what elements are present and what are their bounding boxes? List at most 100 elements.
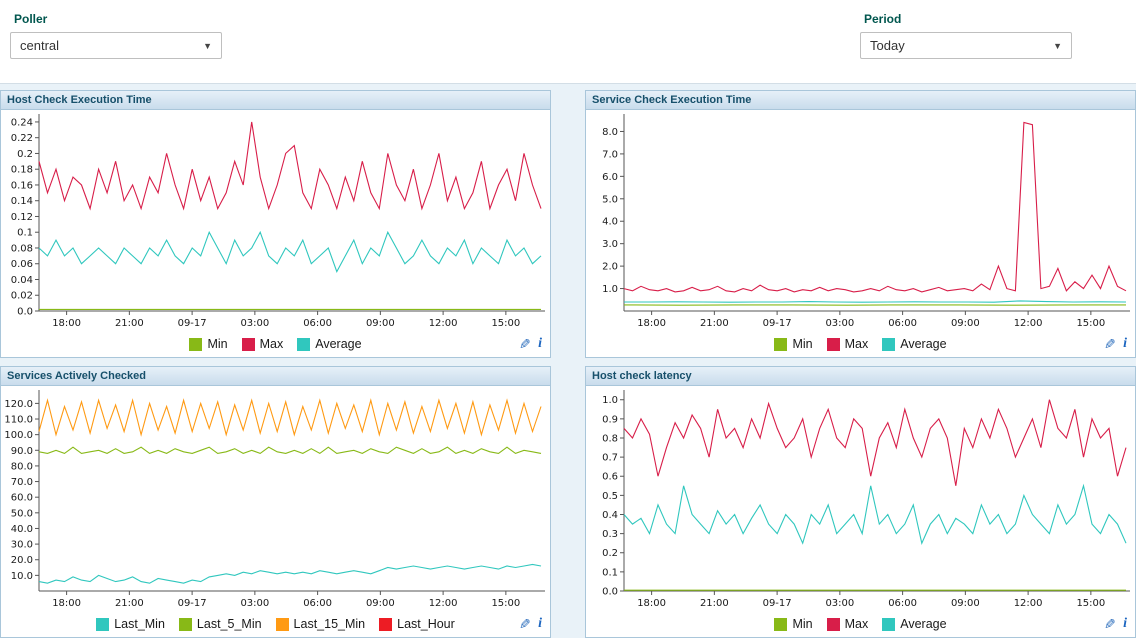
legend: Min Max Average (767, 617, 953, 631)
svg-text:21:00: 21:00 (700, 318, 729, 329)
svg-text:0.12: 0.12 (11, 212, 33, 223)
footer-icons: ✎ i (519, 611, 542, 637)
svg-text:120.0: 120.0 (4, 399, 33, 410)
svg-text:60.0: 60.0 (11, 493, 33, 504)
svg-text:5.0: 5.0 (602, 194, 618, 205)
svg-text:0.06: 0.06 (11, 259, 33, 270)
graph-info-icon[interactable]: i (1123, 616, 1127, 632)
legend-swatch (882, 338, 895, 351)
legend-swatch (276, 618, 289, 631)
panel-footer: Min Max Average ✎ i (586, 611, 1135, 637)
svg-text:21:00: 21:00 (115, 598, 144, 609)
edit-graph-icon[interactable]: ✎ (519, 616, 531, 633)
svg-text:10.0: 10.0 (11, 571, 33, 582)
legend-item-min: Min (774, 337, 812, 351)
panel-footer: MinMaxAverage ✎ i (1, 331, 550, 357)
panel-header: Services Actively Checked (1, 367, 550, 386)
panel-footer: Last_MinLast_5_MinLast_15_MinLast_Hour ✎… (1, 611, 550, 637)
svg-text:03:00: 03:00 (240, 318, 269, 329)
period-control: Period Today ▼ (860, 12, 1072, 59)
svg-text:0.22: 0.22 (11, 133, 33, 144)
svg-text:18:00: 18:00 (637, 318, 666, 329)
legend-item-max: Max (827, 337, 869, 351)
poller-select-value: central (20, 38, 59, 53)
svg-text:110.0: 110.0 (4, 415, 33, 426)
chart-canvas: 8.07.06.05.04.03.02.01.018:0021:0009-170… (586, 110, 1135, 331)
graph-info-icon[interactable]: i (538, 336, 542, 352)
legend-item-max: Max (827, 617, 869, 631)
svg-text:0.3: 0.3 (602, 529, 618, 540)
svg-text:09-17: 09-17 (178, 598, 207, 609)
svg-text:0.4: 0.4 (602, 510, 618, 521)
svg-text:09:00: 09:00 (366, 318, 395, 329)
legend-label: Max (260, 337, 284, 351)
svg-text:1.0: 1.0 (602, 284, 618, 295)
svg-text:18:00: 18:00 (52, 598, 81, 609)
poller-select[interactable]: central ▼ (10, 32, 222, 59)
services-actively-checked-chart[interactable]: 120.0110.0100.090.080.070.060.050.040.03… (1, 386, 550, 611)
svg-text:0.16: 0.16 (11, 180, 33, 191)
host-check-latency-chart[interactable]: 1.00.90.80.70.60.50.40.30.20.10.018:0021… (586, 386, 1135, 611)
svg-text:09-17: 09-17 (178, 318, 207, 329)
legend-item-max: Max (242, 337, 284, 351)
legend-swatch (96, 618, 109, 631)
filter-bar: Poller central ▼ Period Today ▼ (0, 0, 1136, 83)
svg-text:0.0: 0.0 (602, 587, 618, 598)
legend-label: Min (792, 617, 812, 631)
svg-text:7.0: 7.0 (602, 149, 618, 160)
svg-text:0.2: 0.2 (17, 149, 33, 160)
svg-text:3.0: 3.0 (602, 239, 618, 250)
poller-label: Poller (14, 12, 222, 26)
svg-text:12:00: 12:00 (429, 598, 458, 609)
svg-text:0.08: 0.08 (11, 243, 33, 254)
svg-text:0.8: 0.8 (602, 433, 618, 444)
legend-label: Average (315, 337, 361, 351)
host-check-execution-time-chart[interactable]: 0.240.220.20.180.160.140.120.10.080.060.… (1, 110, 550, 331)
legend: MinMaxAverage (182, 337, 368, 351)
legend-item-average: Average (882, 337, 946, 351)
legend-label: Max (845, 617, 869, 631)
svg-text:0.9: 0.9 (602, 414, 618, 425)
dashboard-page: Poller central ▼ Period Today ▼ Host Che… (0, 0, 1136, 640)
edit-graph-icon[interactable]: ✎ (519, 336, 531, 353)
panel-header: Host Check Execution Time (1, 91, 550, 110)
legend-swatch (774, 338, 787, 351)
legend-label: Average (900, 617, 946, 631)
svg-text:8.0: 8.0 (602, 127, 618, 138)
legend-label: Max (845, 337, 869, 351)
svg-text:2.0: 2.0 (602, 262, 618, 273)
svg-text:30.0: 30.0 (11, 540, 33, 551)
legend-item-last_hour: Last_Hour (379, 617, 455, 631)
legend-label: Last_15_Min (294, 617, 366, 631)
panel-service-check-execution-time: Service Check Execution Time 8.07.06.05.… (585, 90, 1136, 358)
svg-text:40.0: 40.0 (11, 524, 33, 535)
legend-label: Last_Hour (397, 617, 455, 631)
graph-info-icon[interactable]: i (1123, 336, 1127, 352)
panel-header: Host check latency (586, 367, 1135, 386)
svg-text:12:00: 12:00 (1014, 318, 1043, 329)
service-check-execution-time-chart[interactable]: 8.07.06.05.04.03.02.01.018:0021:0009-170… (586, 110, 1135, 331)
legend-swatch (179, 618, 192, 631)
period-select[interactable]: Today ▼ (860, 32, 1072, 59)
svg-text:20.0: 20.0 (11, 555, 33, 566)
svg-text:15:00: 15:00 (1076, 598, 1105, 609)
chart-canvas: 1.00.90.80.70.60.50.40.30.20.10.018:0021… (586, 386, 1135, 611)
panel-title: Host Check Execution Time (7, 94, 152, 106)
edit-graph-icon[interactable]: ✎ (1104, 336, 1116, 353)
svg-text:4.0: 4.0 (602, 217, 618, 228)
legend-item-average: Average (297, 337, 361, 351)
panel-services-actively-checked: Services Actively Checked 120.0110.0100.… (0, 366, 551, 638)
svg-text:0.02: 0.02 (11, 291, 33, 302)
legend-item-last_5_min: Last_5_Min (179, 617, 262, 631)
period-select-value: Today (870, 38, 905, 53)
svg-text:80.0: 80.0 (11, 461, 33, 472)
footer-icons: ✎ i (519, 331, 542, 357)
svg-text:0.6: 0.6 (602, 472, 618, 483)
svg-text:15:00: 15:00 (1076, 318, 1105, 329)
period-label: Period (864, 12, 1072, 26)
edit-graph-icon[interactable]: ✎ (1104, 616, 1116, 633)
legend-swatch (379, 618, 392, 631)
legend-item-min: Min (774, 617, 812, 631)
svg-text:15:00: 15:00 (491, 318, 520, 329)
graph-info-icon[interactable]: i (538, 616, 542, 632)
